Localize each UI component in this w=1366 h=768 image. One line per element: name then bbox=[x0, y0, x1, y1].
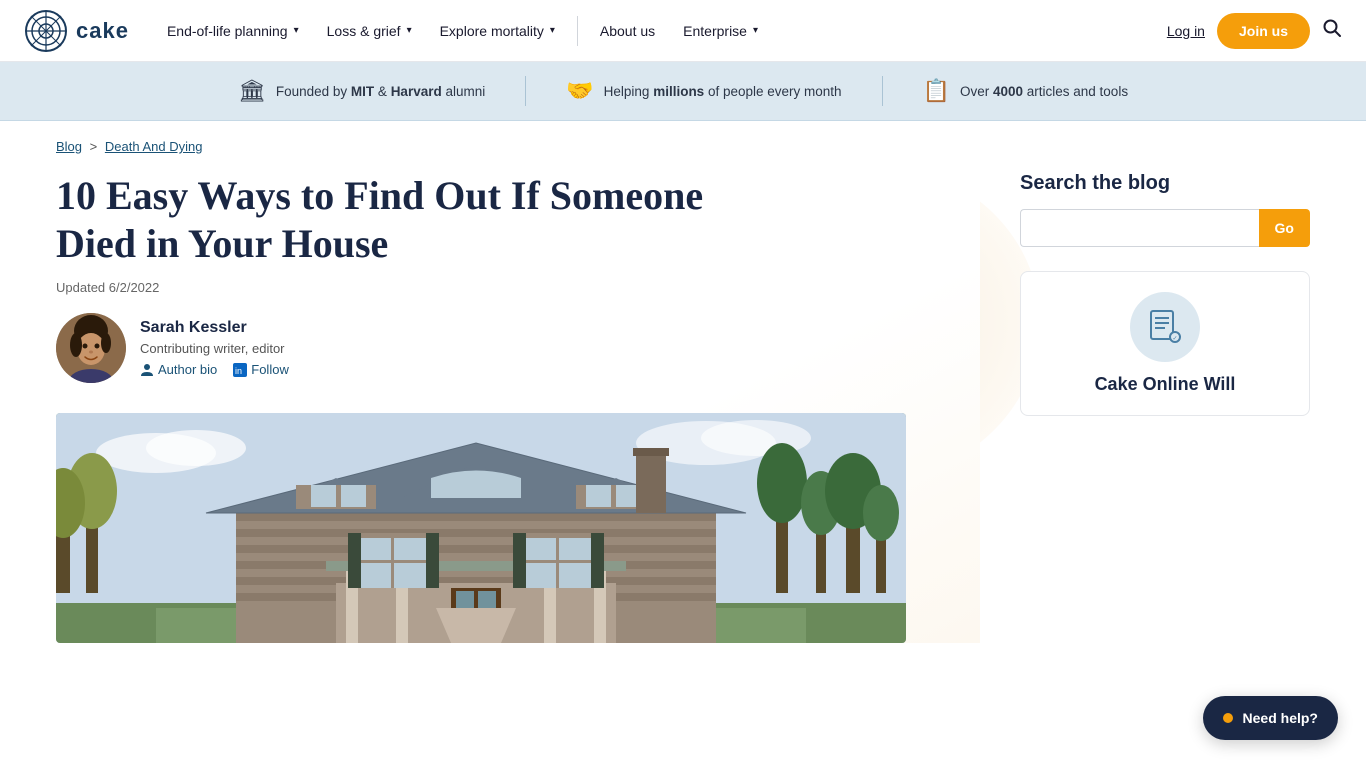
banner-item-helping: 🤝 Helping millions of people every month bbox=[526, 78, 881, 104]
chat-online-indicator bbox=[1223, 713, 1233, 723]
document-icon: ✓ bbox=[1147, 309, 1183, 345]
chevron-down-icon: ▾ bbox=[550, 25, 555, 36]
nav-item-explore-mortality[interactable]: Explore mortality ▾ bbox=[426, 15, 569, 47]
nav-divider bbox=[577, 16, 578, 46]
person-icon bbox=[140, 363, 154, 377]
search-row: Go bbox=[1020, 209, 1310, 247]
nav-item-enterprise[interactable]: Enterprise ▾ bbox=[669, 15, 772, 47]
will-icon-circle: ✓ bbox=[1130, 292, 1200, 362]
sidebar-card-body: ✓ Cake Online Will bbox=[1021, 272, 1309, 415]
updated-date: Updated 6/2/2022 bbox=[56, 280, 980, 295]
breadcrumb: Blog > Death And Dying bbox=[0, 121, 1366, 162]
nav-right: Log in Join us bbox=[1167, 13, 1342, 49]
search-blog-heading: Search the blog bbox=[1020, 172, 1310, 195]
svg-text:✓: ✓ bbox=[1173, 336, 1178, 342]
chevron-down-icon: ▾ bbox=[294, 25, 299, 36]
join-button[interactable]: Join us bbox=[1217, 13, 1310, 49]
linkedin-icon: in bbox=[233, 363, 247, 377]
author-area: Sarah Kessler Contributing writer, edito… bbox=[56, 313, 980, 383]
chevron-down-icon: ▾ bbox=[753, 25, 758, 36]
author-name: Sarah Kessler bbox=[140, 319, 289, 337]
author-links: Author bio in Follow bbox=[140, 362, 289, 377]
author-info: Sarah Kessler Contributing writer, edito… bbox=[140, 319, 289, 377]
chat-label: Need help? bbox=[1243, 710, 1318, 726]
nav-item-about-us[interactable]: About us bbox=[586, 15, 669, 47]
search-icon[interactable] bbox=[1322, 18, 1342, 43]
banner-item-founded: 🏛 Founded by MIT & Harvard alumni bbox=[198, 78, 525, 104]
logo-link[interactable]: cake bbox=[24, 9, 129, 53]
author-follow-link[interactable]: in Follow bbox=[233, 362, 289, 377]
breadcrumb-separator: > bbox=[90, 139, 98, 154]
sidebar-column: Search the blog Go ✓ bbox=[1020, 162, 1310, 643]
chat-bubble[interactable]: Need help? bbox=[1203, 696, 1338, 740]
nav-links: End-of-life planning ▾ Loss & grief ▾ Ex… bbox=[153, 15, 1159, 47]
author-avatar bbox=[56, 313, 126, 383]
helping-icon: 🤝 bbox=[566, 78, 593, 104]
article-title: 10 Easy Ways to Find Out If Someone Died… bbox=[56, 172, 756, 268]
articles-icon: 📋 bbox=[923, 78, 950, 104]
article-title-area: 10 Easy Ways to Find Out If Someone Died… bbox=[56, 162, 980, 643]
nav-item-loss-grief[interactable]: Loss & grief ▾ bbox=[313, 15, 426, 47]
hero-image bbox=[56, 413, 906, 643]
breadcrumb-blog-link[interactable]: Blog bbox=[56, 139, 82, 154]
banner-item-articles: 📋 Over 4000 articles and tools bbox=[883, 78, 1169, 104]
login-button[interactable]: Log in bbox=[1167, 23, 1205, 39]
university-icon: 🏛 bbox=[238, 78, 266, 104]
chevron-down-icon: ▾ bbox=[407, 25, 412, 36]
nav-item-end-of-life[interactable]: End-of-life planning ▾ bbox=[153, 15, 313, 47]
search-input[interactable] bbox=[1020, 209, 1259, 247]
logo-text: cake bbox=[76, 18, 129, 44]
author-bio-link[interactable]: Author bio bbox=[140, 362, 217, 377]
cake-logo-icon bbox=[24, 9, 68, 53]
content-wrapper: 10 Easy Ways to Find Out If Someone Died… bbox=[0, 162, 1366, 643]
breadcrumb-category-link[interactable]: Death And Dying bbox=[105, 139, 203, 154]
sidebar-card: ✓ Cake Online Will bbox=[1020, 271, 1310, 416]
author-role: Contributing writer, editor bbox=[140, 341, 289, 356]
search-go-button[interactable]: Go bbox=[1259, 209, 1310, 247]
info-banner: 🏛 Founded by MIT & Harvard alumni 🤝 Help… bbox=[0, 62, 1366, 121]
sidebar-card-title: Cake Online Will bbox=[1095, 374, 1236, 395]
main-column: 10 Easy Ways to Find Out If Someone Died… bbox=[56, 162, 980, 643]
svg-text:in: in bbox=[235, 366, 242, 376]
navbar: cake End-of-life planning ▾ Loss & grief… bbox=[0, 0, 1366, 62]
